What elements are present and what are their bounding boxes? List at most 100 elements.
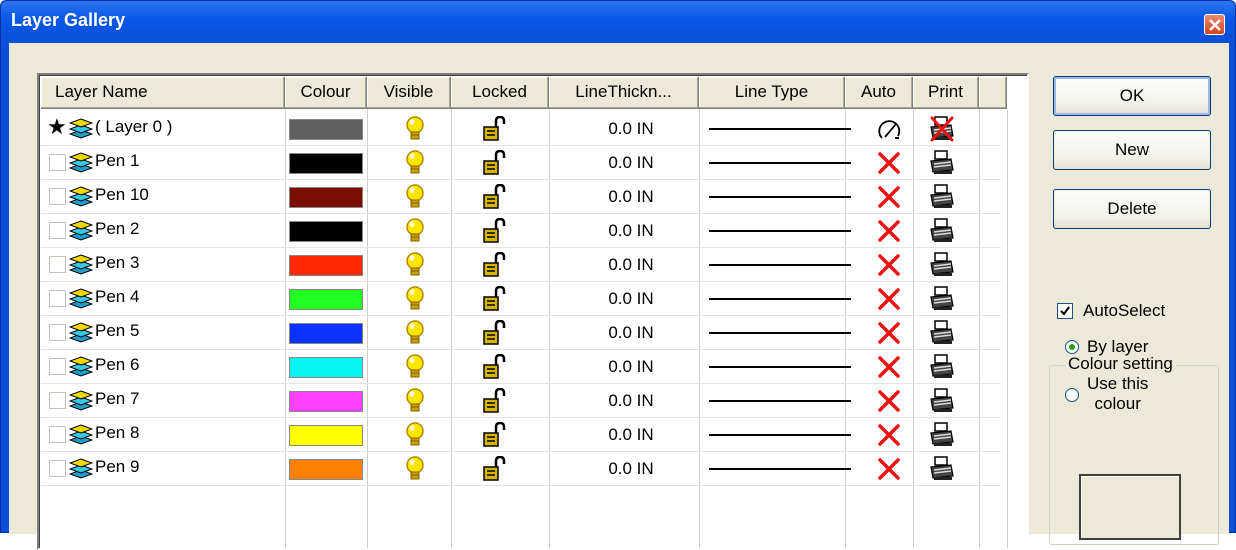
red-x-icon[interactable] — [877, 253, 901, 282]
unlocked-padlock-icon[interactable] — [482, 183, 506, 215]
unlocked-padlock-icon[interactable] — [482, 319, 506, 351]
use-this-colour-radio-dot[interactable] — [1065, 388, 1079, 402]
line-thickness[interactable]: 0.0 IN — [556, 255, 706, 275]
layer-select-checkbox[interactable] — [49, 358, 66, 375]
layer-name[interactable]: Pen 8 — [95, 423, 139, 443]
printer-icon[interactable] — [930, 354, 954, 385]
layer-row[interactable]: Pen 7 0.0 IN — [41, 383, 1001, 417]
layer-colour-swatch[interactable] — [289, 323, 363, 344]
layer-select-checkbox[interactable] — [49, 188, 66, 205]
layer-row[interactable]: Pen 1 0.0 IN — [41, 145, 1001, 179]
line-type-sample[interactable] — [709, 230, 851, 232]
column-header-7[interactable]: Print — [913, 77, 979, 109]
printer-icon[interactable] — [930, 218, 954, 249]
line-type-sample[interactable] — [709, 264, 851, 266]
colour-picker-swatch[interactable] — [1079, 474, 1181, 540]
close-button[interactable] — [1204, 14, 1225, 35]
ok-button[interactable]: OK — [1053, 76, 1211, 116]
red-x-icon[interactable] — [877, 151, 901, 180]
auto-select-checkbox[interactable]: AutoSelect — [1057, 301, 1165, 321]
line-type-sample[interactable] — [709, 298, 851, 300]
printer-icon[interactable] — [930, 252, 954, 283]
column-header-3[interactable]: Locked — [451, 77, 549, 109]
layer-row[interactable]: Pen 3 0.0 IN — [41, 247, 1001, 281]
by-layer-radio-dot[interactable] — [1065, 340, 1079, 354]
unlocked-padlock-icon[interactable] — [482, 353, 506, 385]
layer-name[interactable]: Pen 6 — [95, 355, 139, 375]
layer-select-checkbox[interactable] — [49, 392, 66, 409]
layer-name[interactable]: Pen 7 — [95, 389, 139, 409]
unlocked-padlock-icon[interactable] — [482, 285, 506, 317]
line-thickness[interactable]: 0.0 IN — [556, 459, 706, 479]
line-type-sample[interactable] — [709, 128, 851, 130]
column-header-1[interactable]: Colour — [285, 77, 367, 109]
unlocked-padlock-icon[interactable] — [482, 149, 506, 181]
use-this-colour-radio[interactable]: Use this colour — [1065, 374, 1148, 414]
visible-lightbulb-icon[interactable] — [404, 115, 426, 148]
unlocked-padlock-icon[interactable] — [482, 115, 506, 147]
layer-list[interactable]: Layer Name Colour Visible Locked LineThickn.… — [37, 73, 1029, 550]
layer-colour-swatch[interactable] — [289, 391, 363, 412]
layer-name[interactable]: ( Layer 0 ) — [95, 117, 172, 137]
layer-colour-swatch[interactable] — [289, 153, 363, 174]
line-thickness[interactable]: 0.0 IN — [556, 357, 706, 377]
line-type-sample[interactable] — [709, 468, 851, 470]
layer-name[interactable]: Pen 5 — [95, 321, 139, 341]
line-thickness[interactable]: 0.0 IN — [556, 153, 706, 173]
red-x-icon[interactable] — [877, 219, 901, 248]
printer-icon[interactable] — [930, 456, 954, 487]
line-thickness[interactable]: 0.0 IN — [556, 425, 706, 445]
layer-colour-swatch[interactable] — [289, 425, 363, 446]
unlocked-padlock-icon[interactable] — [482, 455, 506, 487]
layer-select-checkbox[interactable] — [49, 222, 66, 239]
column-header-4[interactable]: LineThickn... — [549, 77, 699, 109]
line-thickness[interactable]: 0.0 IN — [556, 323, 706, 343]
layer-row[interactable]: Pen 4 0.0 IN — [41, 281, 1001, 315]
layer-colour-swatch[interactable] — [289, 357, 363, 378]
layer-name[interactable]: Pen 1 — [95, 151, 139, 171]
layer-select-checkbox[interactable] — [49, 460, 66, 477]
layer-row[interactable]: ★ ( Layer 0 ) 0.0 IN — [41, 111, 1001, 145]
line-type-sample[interactable] — [709, 162, 851, 164]
printer-disabled-icon[interactable] — [930, 116, 954, 147]
new-button[interactable]: New — [1053, 130, 1211, 170]
delete-button[interactable]: Delete — [1053, 189, 1211, 229]
line-thickness[interactable]: 0.0 IN — [556, 187, 706, 207]
line-type-sample[interactable] — [709, 366, 851, 368]
layer-name[interactable]: Pen 10 — [95, 185, 149, 205]
visible-lightbulb-icon[interactable] — [404, 183, 426, 216]
layer-colour-swatch[interactable] — [289, 221, 363, 242]
printer-icon[interactable] — [930, 388, 954, 419]
red-x-icon[interactable] — [877, 355, 901, 384]
column-header-5[interactable]: Line Type — [699, 77, 845, 109]
line-thickness[interactable]: 0.0 IN — [556, 221, 706, 241]
visible-lightbulb-icon[interactable] — [404, 149, 426, 182]
printer-icon[interactable] — [930, 184, 954, 215]
visible-lightbulb-icon[interactable] — [404, 387, 426, 420]
layer-colour-swatch[interactable] — [289, 187, 363, 208]
printer-icon[interactable] — [930, 150, 954, 181]
red-x-icon[interactable] — [877, 423, 901, 452]
column-header-2[interactable]: Visible — [367, 77, 451, 109]
layer-select-checkbox[interactable] — [49, 324, 66, 341]
layer-row[interactable]: Pen 5 0.0 IN — [41, 315, 1001, 349]
column-header-0[interactable]: Layer Name — [41, 77, 285, 109]
line-type-sample[interactable] — [709, 332, 851, 334]
layer-row[interactable]: Pen 10 0.0 IN — [41, 179, 1001, 213]
layer-name[interactable]: Pen 3 — [95, 253, 139, 273]
title-bar[interactable]: Layer Gallery — [1, 1, 1235, 43]
by-layer-radio[interactable]: By layer — [1065, 337, 1148, 357]
layer-row[interactable]: Pen 6 0.0 IN — [41, 349, 1001, 383]
visible-lightbulb-icon[interactable] — [404, 285, 426, 318]
red-x-icon[interactable] — [877, 287, 901, 316]
visible-lightbulb-icon[interactable] — [404, 251, 426, 284]
layer-select-checkbox[interactable] — [49, 154, 66, 171]
unlocked-padlock-icon[interactable] — [482, 251, 506, 283]
pen-icon[interactable] — [877, 117, 903, 148]
column-header-6[interactable]: Auto — [845, 77, 913, 109]
layer-name[interactable]: Pen 4 — [95, 287, 139, 307]
line-type-sample[interactable] — [709, 434, 851, 436]
layer-row[interactable]: Pen 8 0.0 IN — [41, 417, 1001, 451]
line-thickness[interactable]: 0.0 IN — [556, 119, 706, 139]
visible-lightbulb-icon[interactable] — [404, 421, 426, 454]
